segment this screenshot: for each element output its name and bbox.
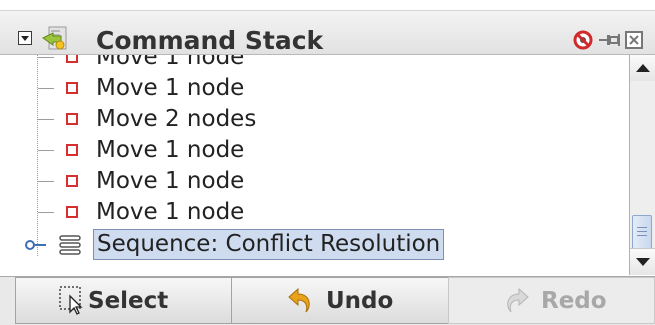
tree-row[interactable]: Move 1 node [0,73,629,104]
thumb-grip [637,235,647,236]
tree-branch [38,88,54,89]
undo-button[interactable]: Undo [231,277,449,324]
pin-icon[interactable] [598,29,622,51]
scroll-down-button[interactable] [630,248,655,275]
tree-row[interactable]: Move 1 node [0,166,629,197]
command-label: Move 1 node [96,55,245,70]
command-icon [66,144,78,156]
collapse-toggle-icon[interactable] [18,31,32,45]
command-icon [66,82,78,94]
arrow-up-icon [636,64,650,72]
scroll-track[interactable] [630,81,655,249]
command-icon [66,206,78,218]
command-icon [66,175,78,187]
vertical-scrollbar[interactable] [629,55,655,275]
redo-arrow-icon [507,287,529,313]
command-label: Move 1 node [96,137,245,163]
scroll-thumb[interactable] [632,215,652,249]
command-label: Move 1 node [96,199,245,225]
tree-row[interactable]: Move 1 node [0,135,629,166]
command-label: Move 1 node [96,168,245,194]
button-bar: Select Undo Redo [0,276,655,325]
tree-branch [38,57,54,58]
command-tree[interactable]: Move 1 node Move 1 node Move 2 nodes Mov… [0,55,629,275]
tree-branch [38,212,54,213]
select-cursor-icon [59,286,83,315]
tree-branch [38,150,54,151]
command-label: Move 2 nodes [96,106,257,132]
top-strip [0,0,655,11]
tree-branch [38,119,54,120]
thumb-grip [637,227,647,228]
tree-branch [38,181,54,182]
sequence-icon [59,235,81,255]
undo-arrow-icon [288,287,310,313]
command-icon [66,113,78,125]
tree-row[interactable]: Move 1 node [0,197,629,228]
command-icon [66,55,78,63]
thumb-grip [637,231,647,232]
tree-row-selected[interactable]: Sequence: Conflict Resolution [0,229,629,260]
command-stack-panel: Command Stack Move 1 node Move 1 node Mo… [0,0,655,325]
close-icon[interactable] [624,29,655,51]
redo-button-label: Redo [541,288,607,314]
select-button-label: Select [88,288,169,314]
expand-handle-icon[interactable] [24,236,48,254]
select-button[interactable]: Select [15,277,232,324]
scroll-up-button[interactable] [630,55,655,82]
redo-button[interactable]: Redo [448,277,655,324]
tree-row[interactable]: Move 2 nodes [0,104,629,135]
panel-title: Command Stack [96,26,324,55]
disable-icon[interactable] [572,29,594,51]
arrow-down-icon [636,258,650,266]
undo-button-label: Undo [326,288,394,314]
command-stack-icon [42,26,67,50]
sequence-label: Sequence: Conflict Resolution [93,229,445,260]
command-label: Move 1 node [96,75,245,101]
tree-row[interactable]: Move 1 node [0,55,629,73]
panel-titlebar: Command Stack [0,11,655,55]
